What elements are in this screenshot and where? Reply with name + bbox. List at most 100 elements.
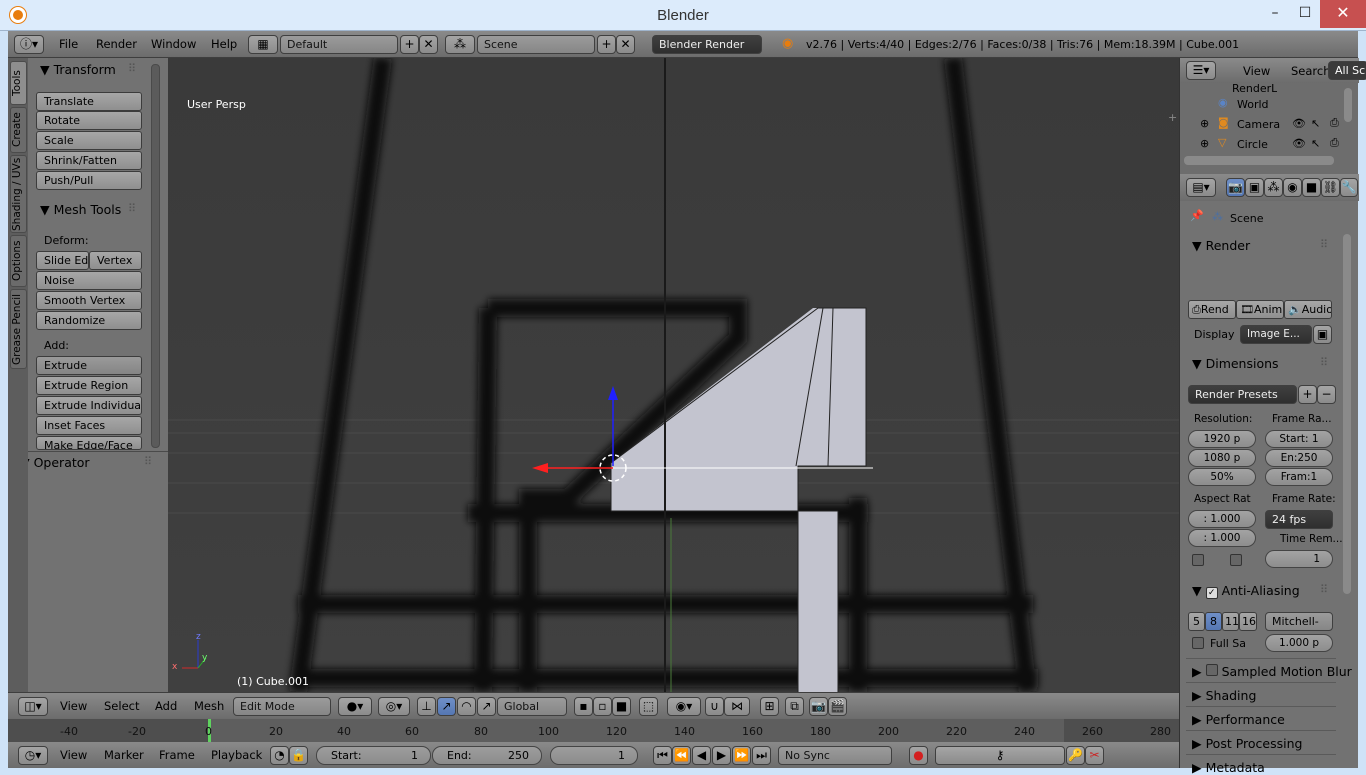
editor-type-3d-icon[interactable]: ◫▾ — [18, 697, 48, 716]
aa-filter-select[interactable]: Mitchell- — [1265, 612, 1333, 631]
modifiers-tab-icon[interactable]: 🔧 — [1340, 178, 1358, 197]
play-icon[interactable]: ▶ — [712, 746, 731, 765]
face-select-icon[interactable]: ■ — [612, 697, 631, 716]
outliner-item-renderlayers[interactable]: RenderL — [1232, 82, 1277, 92]
push-pull-button[interactable]: Push/Pull — [36, 171, 142, 190]
3d-viewport[interactable]: User Persp (1) Cube.001 z x y + — [168, 58, 1179, 692]
extrude-select[interactable]: Extrude — [36, 356, 142, 375]
aa-filter-size-field[interactable]: 1.000 p — [1265, 634, 1333, 652]
render-layers-tab-icon[interactable]: ▣ — [1245, 178, 1264, 197]
outliner-display-filter[interactable]: All Sc — [1328, 61, 1366, 80]
frame-end-field[interactable]: En:250 — [1265, 449, 1333, 467]
menu-frame[interactable]: Frame — [159, 748, 195, 762]
frame-step-field[interactable]: Fram:1 — [1265, 468, 1333, 486]
renderable-camera-icon[interactable]: ⎙ — [1330, 116, 1339, 130]
drag-handle-icon[interactable]: ⠿ — [1320, 583, 1328, 596]
anti-aliasing-panel-header[interactable]: ▼ ✓ Anti-Aliasing — [1192, 583, 1300, 599]
tab-tools[interactable]: Tools — [10, 61, 27, 105]
snap-element-icon[interactable]: ⋈ — [724, 697, 750, 716]
resolution-y-field[interactable]: 1080 p — [1188, 449, 1256, 467]
keying-set-icon[interactable]: ⚷ — [935, 746, 1065, 765]
resolution-x-field[interactable]: 1920 p — [1188, 430, 1256, 448]
render-still-icon[interactable]: 📷 — [809, 697, 828, 716]
transform-panel-header[interactable]: ▼ Transform — [40, 62, 116, 77]
end-frame-field[interactable]: End: 250 — [432, 746, 542, 765]
render-engine-select[interactable]: Blender Render — [652, 35, 762, 54]
tab-grease-pencil[interactable]: Grease Pencil — [10, 289, 27, 369]
add-layout-icon[interactable]: + — [400, 35, 419, 54]
visibility-eye-icon[interactable]: 👁 — [1292, 117, 1306, 130]
mesh-tools-panel-header[interactable]: ▼ Mesh Tools — [40, 202, 121, 217]
menu-marker[interactable]: Marker — [104, 748, 144, 762]
object-tab-icon[interactable]: ■ — [1302, 178, 1321, 197]
start-frame-field[interactable]: Start: 1 — [316, 746, 431, 765]
menu-view[interactable]: View — [60, 748, 87, 762]
prev-keyframe-icon[interactable]: ⏪ — [672, 746, 691, 765]
occlude-geometry-icon[interactable]: ⬚ — [639, 697, 658, 716]
outliner-vscrollbar[interactable] — [1344, 88, 1352, 122]
menu-window[interactable]: Window — [151, 37, 196, 51]
properties-toggle-icon[interactable]: + — [1168, 111, 1177, 124]
close-button[interactable]: ✕ — [1320, 0, 1366, 28]
drag-handle-icon[interactable]: ⠿ — [128, 202, 136, 215]
randomize-button[interactable]: Randomize — [36, 311, 142, 330]
render-tab-icon[interactable]: 📷 — [1226, 178, 1245, 197]
outliner-item-camera[interactable]: Camera — [1237, 118, 1280, 131]
render-still-button[interactable]: ⎙Rend — [1188, 300, 1236, 319]
render-audio-button[interactable]: 🔈Audio — [1284, 300, 1332, 319]
render-preview-icon[interactable]: ⧉ — [785, 697, 804, 716]
visibility-eye-icon[interactable]: 👁 — [1292, 137, 1306, 150]
anti-aliasing-checkbox[interactable]: ✓ — [1205, 587, 1218, 599]
timeline[interactable]: -40 -20 0 20 40 60 80 100 120 140 160 18… — [8, 719, 1179, 742]
outliner-hscrollbar[interactable] — [1184, 156, 1334, 165]
transform-orientation-select[interactable]: Global — [497, 697, 567, 716]
translate-button[interactable]: Translate — [36, 92, 142, 111]
mode-select[interactable]: Edit Mode — [233, 697, 331, 716]
full-sample-checkbox[interactable] — [1192, 637, 1204, 649]
tab-options[interactable]: Options — [10, 235, 27, 287]
aa-samples-5-button[interactable]: 5 — [1188, 612, 1205, 631]
outliner-item-circle[interactable]: Circle — [1237, 138, 1268, 151]
display-select[interactable]: Image E... — [1240, 325, 1312, 344]
menu-add[interactable]: Add — [155, 699, 177, 713]
frame-start-field[interactable]: Start: 1 — [1265, 430, 1333, 448]
extrude-individual-button[interactable]: Extrude Individual — [36, 396, 142, 415]
scene-icon[interactable]: ⁂ — [445, 35, 475, 54]
render-presets-select[interactable]: Render Presets — [1188, 385, 1297, 404]
pivot-point-icon[interactable]: ◎▾ — [378, 697, 410, 716]
viewport-shading-icon[interactable]: ●▾ — [338, 697, 372, 716]
tab-shading-uvs[interactable]: Shading / UVs — [10, 155, 27, 233]
maximize-button[interactable]: ☐ — [1290, 0, 1320, 28]
editor-type-outliner-icon[interactable]: ☰▾ — [1186, 61, 1216, 80]
operator-panel-header[interactable]: ▼ Operator — [20, 455, 90, 470]
menu-mesh[interactable]: Mesh — [194, 699, 224, 713]
menu-view[interactable]: View — [60, 699, 87, 713]
noise-button[interactable]: Noise — [36, 271, 142, 290]
rotate-manipulator-icon[interactable]: ◠ — [457, 697, 476, 716]
menu-render[interactable]: Render — [96, 37, 137, 51]
outliner-menu-search[interactable]: Search — [1291, 64, 1331, 78]
extrude-region-button[interactable]: Extrude Region — [36, 376, 142, 395]
dimensions-panel-header[interactable]: ▼ Dimensions — [1192, 356, 1279, 371]
manipulator-toggle-icon[interactable]: ⊥ — [417, 697, 436, 716]
scale-manipulator-icon[interactable]: ↗ — [477, 697, 496, 716]
aa-samples-16-button[interactable]: 16 — [1239, 612, 1257, 631]
constraints-tab-icon[interactable]: ⛓ — [1321, 178, 1340, 197]
layout-field[interactable]: Default — [280, 35, 398, 54]
minimize-button[interactable]: – — [1260, 0, 1290, 28]
render-anim-button[interactable]: 🎞Anim — [1236, 300, 1284, 319]
aa-samples-8-button[interactable]: 8 — [1205, 612, 1222, 631]
lock-interface-icon[interactable]: ▣ — [1313, 325, 1332, 344]
insert-keyframe-icon[interactable]: 🔑 — [1066, 746, 1085, 765]
border-checkbox[interactable] — [1192, 554, 1204, 566]
add-preset-icon[interactable]: + — [1298, 385, 1317, 404]
slide-edge-button[interactable]: Slide Ed — [36, 251, 89, 270]
tab-create[interactable]: Create — [10, 107, 27, 153]
editor-type-properties-icon[interactable]: ▤▾ — [1186, 178, 1216, 197]
edge-select-icon[interactable]: ▫ — [593, 697, 612, 716]
remove-layout-icon[interactable]: ✕ — [419, 35, 438, 54]
remove-preset-icon[interactable]: − — [1317, 385, 1336, 404]
screen-layout-icon[interactable]: ▦ — [248, 35, 278, 54]
next-keyframe-icon[interactable]: ⏩ — [732, 746, 751, 765]
proportional-edit-icon[interactable]: ◉▾ — [667, 697, 701, 716]
